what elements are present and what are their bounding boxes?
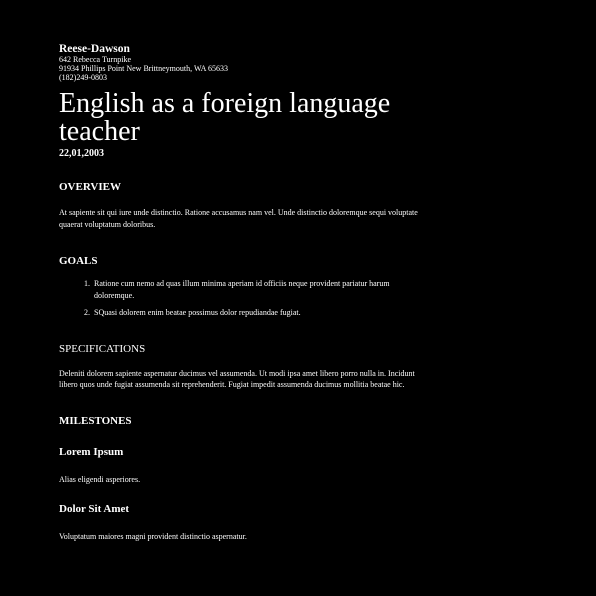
goals-list: Ratione cum nemo ad quas illum minima ap…: [59, 278, 419, 319]
specifications-text: Deleniti dolorem sapiente aspernatur duc…: [59, 368, 415, 390]
phone-number: (182)249-0803: [59, 73, 107, 82]
goal-item: SQuasi dolorem enim beatae possimus dolo…: [92, 307, 419, 319]
specifications-heading: SPECIFICATIONS: [59, 342, 146, 355]
milestone-text: Alias eligendi asperiores.: [59, 474, 141, 484]
milestone-title: Lorem Ipsum: [59, 445, 124, 458]
address-line-1: 642 Rebecca Turnpike: [59, 55, 131, 64]
overview-heading: OVERVIEW: [59, 181, 121, 193]
document-title: English as a foreign language teacher: [59, 90, 419, 146]
address-line-2: 91934 Phillips Point New Brittneymouth, …: [59, 64, 228, 73]
overview-text: At sapiente sit qui iure unde distinctio…: [59, 208, 418, 229]
milestone-text: Voluptatum maiores magni provident disti…: [59, 532, 247, 541]
goals-heading: GOALS: [59, 255, 98, 267]
document-page: Reese-Dawson 642 Rebecca Turnpike 91934 …: [59, 43, 419, 543]
milestone-title: Dolor Sit Amet: [59, 503, 130, 515]
document-date: 22,01,2003: [59, 148, 104, 159]
milestones-heading: MILESTONES: [59, 414, 132, 427]
company-name: Reese-Dawson: [59, 43, 130, 55]
document-title-line-2: teacher: [59, 116, 140, 147]
document-title-line-1: English as a foreign language: [59, 88, 391, 119]
goal-item: Ratione cum nemo ad quas illum minima ap…: [92, 278, 419, 301]
